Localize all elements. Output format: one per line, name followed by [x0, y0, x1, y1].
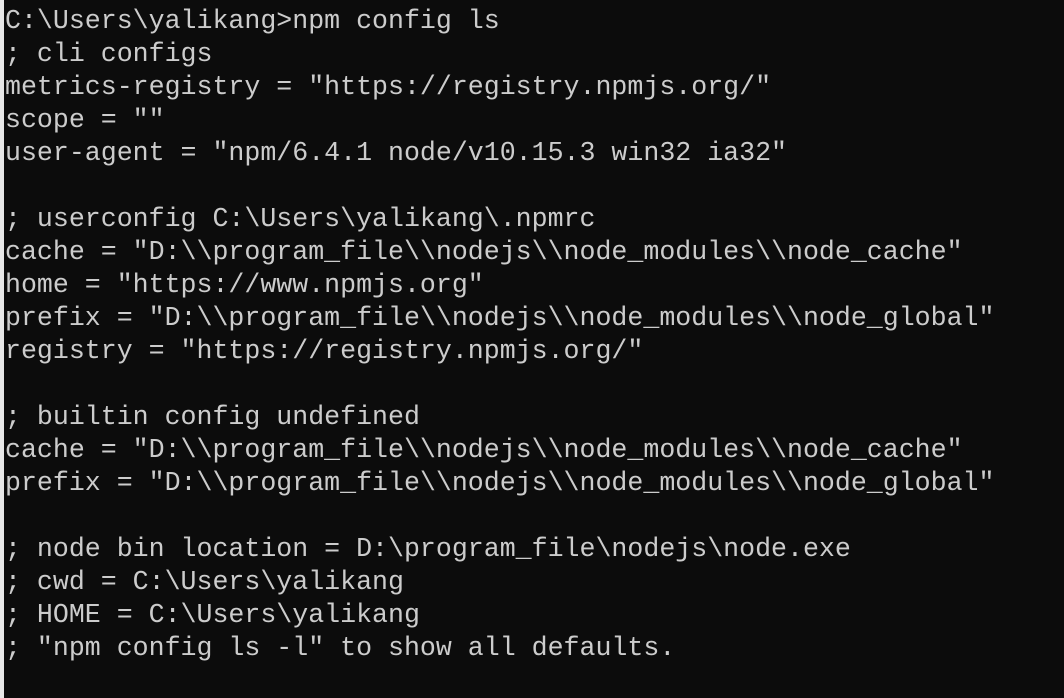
terminal-line: prefix = "D:\\program_file\\nodejs\\node… [5, 468, 995, 498]
terminal-line: prefix = "D:\\program_file\\nodejs\\node… [5, 303, 995, 333]
terminal-line: ; "npm config ls -l" to show all default… [5, 633, 676, 663]
terminal-line: ; cli configs [5, 39, 213, 69]
terminal-line: C:\Users\yalikang>npm config ls [5, 6, 500, 36]
window-left-edge [0, 0, 4, 698]
terminal-line: ; node bin location = D:\program_file\no… [5, 534, 851, 564]
terminal-output[interactable]: C:\Users\yalikang>npm config ls; cli con… [5, 5, 1064, 698]
terminal-line: ; builtin config undefined [5, 402, 420, 432]
terminal-line: home = "https://www.npmjs.org" [5, 270, 484, 300]
terminal-line: cache = "D:\\program_file\\nodejs\\node_… [5, 435, 963, 465]
terminal-line: scope = "" [5, 105, 165, 135]
terminal-line: ; userconfig C:\Users\yalikang\.npmrc [5, 204, 596, 234]
terminal-line: registry = "https://registry.npmjs.org/" [5, 336, 644, 366]
terminal-line: ; HOME = C:\Users\yalikang [5, 600, 420, 630]
terminal-line: user-agent = "npm/6.4.1 node/v10.15.3 wi… [5, 138, 787, 168]
terminal-line: ; cwd = C:\Users\yalikang [5, 567, 404, 597]
terminal-line: metrics-registry = "https://registry.npm… [5, 72, 772, 102]
terminal-line: cache = "D:\\program_file\\nodejs\\node_… [5, 237, 963, 267]
